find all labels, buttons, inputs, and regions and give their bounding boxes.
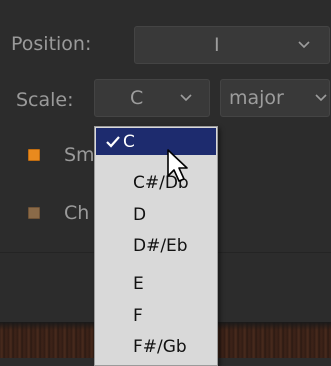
position-label: Position: [11,33,92,55]
dropdown-option-label: E [133,273,144,294]
chevron-down-icon [298,27,310,63]
dropdown-option-label: F [133,305,143,326]
chord-label: Ch [64,202,90,224]
dropdown-option-label: D [133,204,147,225]
dropdown-option-f[interactable]: F [96,302,216,329]
scale-key-dropdown: C C#/Db D D#/Eb E F F#/Gb [94,126,218,366]
dropdown-option-label: D#/Eb [133,235,188,256]
dropdown-option-label: C [123,131,135,152]
dropdown-option-f-sharp[interactable]: F#/Gb [96,333,216,360]
chord-checkbox[interactable] [28,207,40,219]
mouse-pointer-icon [167,149,188,182]
position-value: I [214,34,220,56]
scale-mode-value: major [229,87,284,109]
scale-label: Scale: [16,89,74,111]
chevron-down-icon [315,80,327,116]
dropdown-option-c[interactable]: C [96,128,216,155]
position-select[interactable]: I [134,26,330,64]
dropdown-option-label: F#/Gb [133,336,187,357]
scale-mode-select[interactable]: major [220,79,330,117]
dropdown-option-d[interactable]: D [96,201,216,228]
dropdown-option-e[interactable]: E [96,270,216,297]
smooth-checkbox[interactable] [28,149,40,161]
dropdown-option-c-sharp[interactable]: C#/Db [96,169,216,196]
smooth-label: Sm [64,144,95,166]
dropdown-option-d-sharp[interactable]: D#/Eb [96,232,216,259]
checkmark-icon [106,135,120,148]
chevron-down-icon [180,80,192,116]
scale-key-value: C [130,87,144,109]
scale-key-select[interactable]: C [94,79,210,117]
